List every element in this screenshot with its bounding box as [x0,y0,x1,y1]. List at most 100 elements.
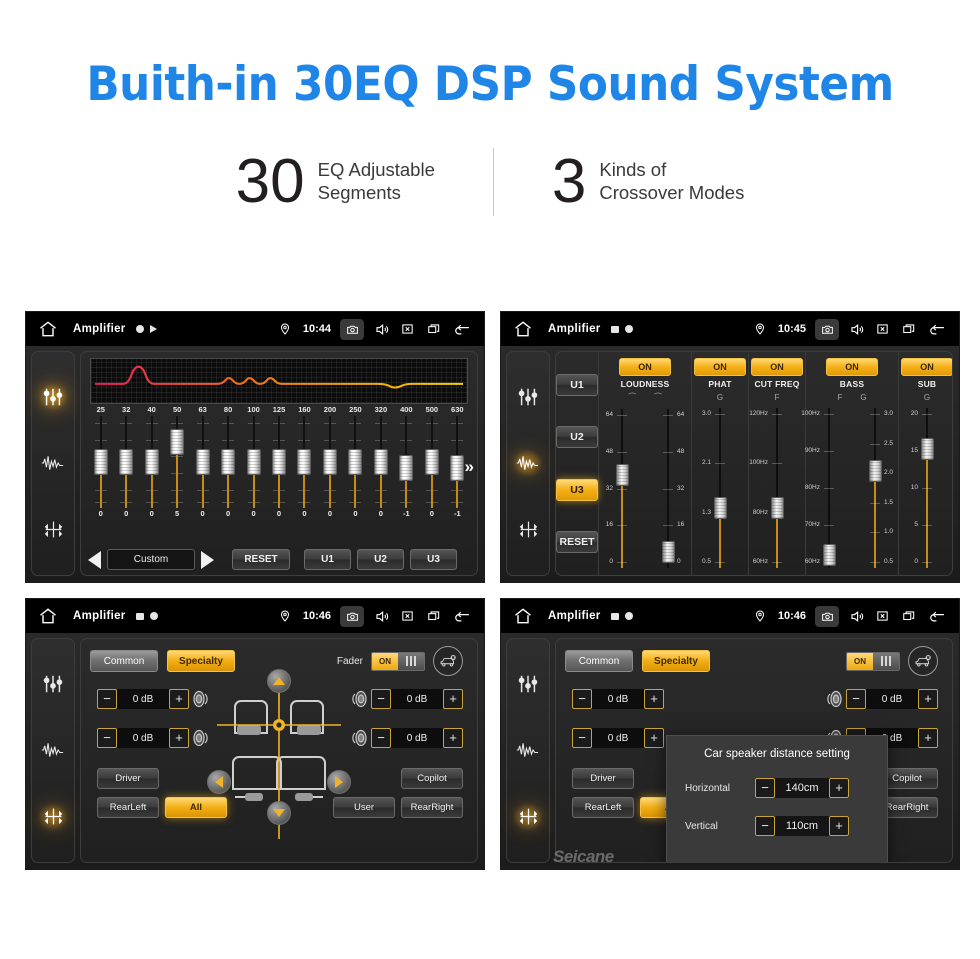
volume-icon[interactable] [848,321,865,337]
home-icon[interactable] [512,606,534,626]
slider-knob[interactable] [93,449,108,475]
rail-item-equalizer[interactable] [513,670,543,698]
recents-icon[interactable] [425,321,442,337]
crossover-preset-reset-button[interactable]: RESET [556,530,598,553]
eq-slider-320[interactable] [368,416,393,508]
rail-item-balance[interactable] [38,802,68,831]
preset-u1-button[interactable]: U1 [304,549,351,570]
confirm-button[interactable]: Confirm [741,862,813,863]
crossover-slider[interactable]: 3.0 2.1 1.3 0.5 [699,404,741,572]
eq-slider-25[interactable] [88,416,113,508]
plus-button[interactable]: + [829,778,849,798]
minus-button[interactable]: − [846,689,866,709]
crossover-slider[interactable]: 120Hz 100Hz 80Hz 60Hz [749,404,798,572]
crossover-preset-u3-button[interactable]: U3 [556,478,598,501]
slider-knob[interactable] [170,428,185,455]
crossover-slider[interactable]: 100Hz 90Hz 80Hz 70Hz 60Hz [801,404,850,572]
eq-slider-32[interactable] [113,416,138,508]
recents-icon[interactable] [425,608,442,624]
slider-knob[interactable] [272,449,287,475]
eq-slider-40[interactable] [139,416,164,508]
eq-slider-50[interactable] [164,416,189,508]
rail-item-balance[interactable] [38,516,68,544]
volume-icon[interactable] [373,321,390,337]
tab-specialty[interactable]: Specialty [167,650,235,672]
close-box-icon[interactable] [874,608,891,624]
preset-u2-button[interactable]: U2 [357,549,404,570]
minus-button[interactable]: − [755,778,775,798]
back-icon[interactable] [926,321,948,337]
slider-knob[interactable] [195,449,210,475]
slider-knob[interactable] [424,449,439,475]
eq-slider-125[interactable] [266,416,291,508]
plus-button[interactable]: + [169,689,189,709]
crossover-slider[interactable]: 64 48 32 16 0 [647,405,689,572]
minus-button[interactable]: − [572,689,592,709]
eq-slider-200[interactable] [317,416,342,508]
toggle-on-button[interactable]: ON [694,358,746,376]
slider-knob[interactable] [399,455,414,482]
slider-knob[interactable] [770,497,784,520]
slider-knob[interactable] [221,449,236,475]
slider-knob[interactable] [868,460,882,483]
slider-knob[interactable] [322,449,337,475]
eq-slider-160[interactable] [292,416,317,508]
minus-button[interactable]: − [97,689,117,709]
position-user-button[interactable]: User [333,797,395,818]
plus-button[interactable]: + [644,689,664,709]
rail-item-waveform[interactable] [38,736,68,764]
back-icon[interactable] [451,321,473,337]
position-rearleft-button[interactable]: RearLeft [97,797,159,818]
car-gear-icon[interactable] [908,646,938,676]
camera-icon[interactable] [815,605,839,627]
rail-item-equalizer[interactable] [513,383,543,411]
camera-icon[interactable] [815,318,839,340]
eq-slider-63[interactable] [190,416,215,508]
eq-slider-80[interactable] [215,416,240,508]
preset-next-arrow-icon[interactable] [201,550,214,569]
position-rearright-button[interactable]: RearRight [401,797,463,818]
nav-up-button[interactable] [267,669,291,693]
rail-item-equalizer[interactable] [38,383,68,412]
nav-right-button[interactable] [327,770,351,794]
tab-common[interactable]: Common [565,650,633,672]
nav-left-button[interactable] [207,770,231,794]
camera-icon[interactable] [340,605,364,627]
slider-knob[interactable] [661,540,675,563]
rail-item-equalizer[interactable] [38,670,68,698]
eq-slider-100[interactable] [241,416,266,508]
recents-icon[interactable] [900,608,917,624]
slider-knob[interactable] [119,449,134,475]
tab-specialty[interactable]: Specialty [642,650,710,672]
toggle-on-button[interactable]: ON [826,358,878,376]
plus-button[interactable]: + [918,728,938,748]
plus-button[interactable]: + [644,728,664,748]
recents-icon[interactable] [900,321,917,337]
slider-knob[interactable] [373,449,388,475]
position-copilot-button[interactable]: Copilot [401,768,463,789]
back-icon[interactable] [926,608,948,624]
nav-down-button[interactable] [267,801,291,825]
car-gear-icon[interactable] [433,646,463,676]
fader-toggle[interactable]: ON [846,651,900,671]
toggle-on-button[interactable]: ON [619,358,671,376]
position-driver-button[interactable]: Driver [572,768,634,789]
preset-u3-button[interactable]: U3 [410,549,457,570]
plus-button[interactable]: + [918,689,938,709]
rail-item-balance[interactable] [513,802,543,831]
slider-knob[interactable] [246,449,261,475]
minus-button[interactable]: − [371,689,391,709]
tab-common[interactable]: Common [90,650,158,672]
rail-item-waveform[interactable] [38,449,68,477]
crossover-slider[interactable]: 64 48 32 16 0 [601,405,643,572]
close-box-icon[interactable] [874,321,891,337]
crossover-slider[interactable]: 20 15 10 5 0 [906,404,948,572]
rail-item-balance[interactable] [513,516,543,544]
slider-knob[interactable] [713,497,727,520]
crossover-preset-u1-button[interactable]: U1 [556,374,598,397]
reset-button[interactable]: RESET [232,549,290,570]
slider-knob[interactable] [144,449,159,475]
position-rearleft-button[interactable]: RearLeft [572,797,634,818]
plus-button[interactable]: + [169,728,189,748]
toggle-on-button[interactable]: ON [901,358,952,376]
